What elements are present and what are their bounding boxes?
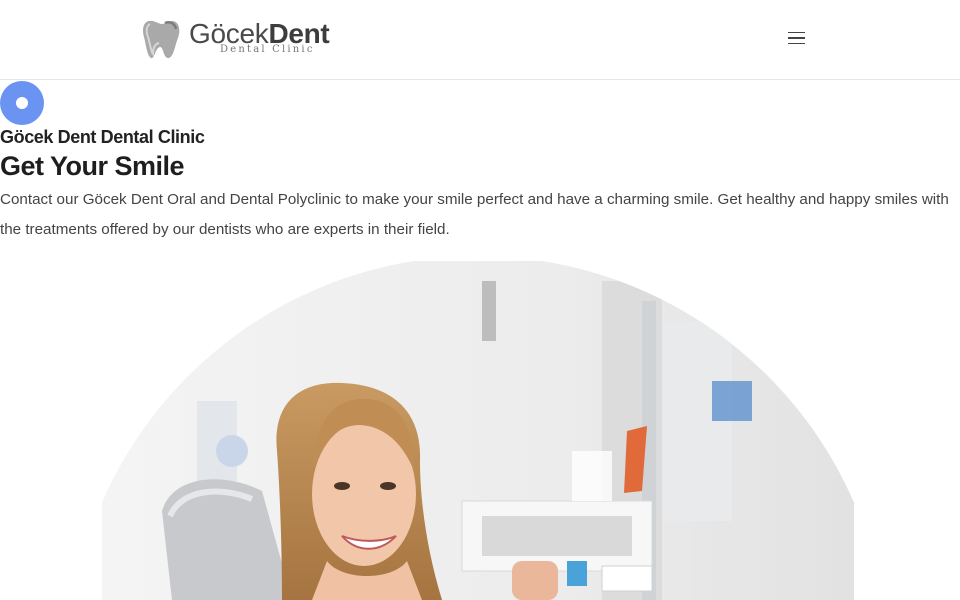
hero-image	[102, 261, 854, 600]
dot-badge-icon	[0, 81, 44, 125]
hero-eyebrow: Göcek Dent Dental Clinic	[0, 127, 205, 147]
tooth-icon	[143, 20, 180, 59]
menu-line	[787, 37, 805, 39]
logo-text: GöcekDent Dental Clinic	[189, 18, 330, 62]
menu-line	[787, 31, 805, 34]
hero-title: Get Your Smile	[0, 151, 185, 181]
site-header: GöcekDent Dental Clinic	[0, 0, 960, 80]
hero-photo-illustration	[102, 261, 854, 600]
hamburger-menu-icon[interactable]	[784, 26, 808, 50]
logo-tagline: Dental Clinic	[220, 44, 315, 55]
hero-description: Contact our Göcek Dent Oral and Dental P…	[0, 191, 949, 238]
menu-line	[787, 42, 805, 45]
site-logo[interactable]: GöcekDent Dental Clinic	[141, 18, 330, 62]
